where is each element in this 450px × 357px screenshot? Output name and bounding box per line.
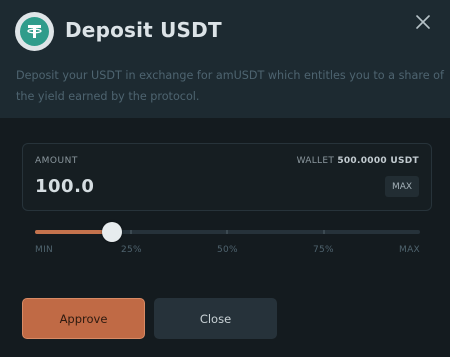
slider-thumb[interactable]	[102, 222, 122, 242]
amount-panel: AMOUNT WALLET 500.0000 USDT MAX	[22, 143, 432, 211]
modal-header: Deposit USDT Deposit your USDT in exchan…	[0, 0, 450, 118]
slider-fill	[35, 230, 112, 234]
approve-button[interactable]: Approve	[22, 298, 145, 339]
slider-label-75[interactable]: 75%	[313, 245, 334, 255]
amount-label: AMOUNT	[35, 156, 78, 166]
amount-slider[interactable]	[35, 222, 420, 242]
slider-tick	[226, 230, 228, 234]
slider-tick	[323, 230, 325, 234]
amount-input[interactable]	[35, 176, 335, 197]
tether-icon	[15, 12, 54, 51]
close-button[interactable]: Close	[154, 298, 277, 339]
wallet-prefix: WALLET	[296, 156, 335, 166]
modal-title: Deposit USDT	[65, 18, 222, 42]
close-icon[interactable]	[414, 13, 432, 31]
slider-tick	[130, 230, 132, 234]
modal-description: Deposit your USDT in exchange for amUSDT…	[16, 69, 444, 103]
slider-label-max[interactable]: MAX	[399, 245, 420, 255]
max-button[interactable]: MAX	[385, 176, 419, 197]
wallet-balance-label: WALLET 500.0000 USDT	[297, 156, 419, 166]
slider-label-50[interactable]: 50%	[217, 245, 238, 255]
slider-label-min[interactable]: MIN	[35, 245, 53, 255]
wallet-balance: 500.0000 USDT	[337, 156, 419, 166]
slider-label-25[interactable]: 25%	[121, 245, 142, 255]
slider-labels: MIN 25% 50% 75% MAX	[35, 245, 420, 259]
